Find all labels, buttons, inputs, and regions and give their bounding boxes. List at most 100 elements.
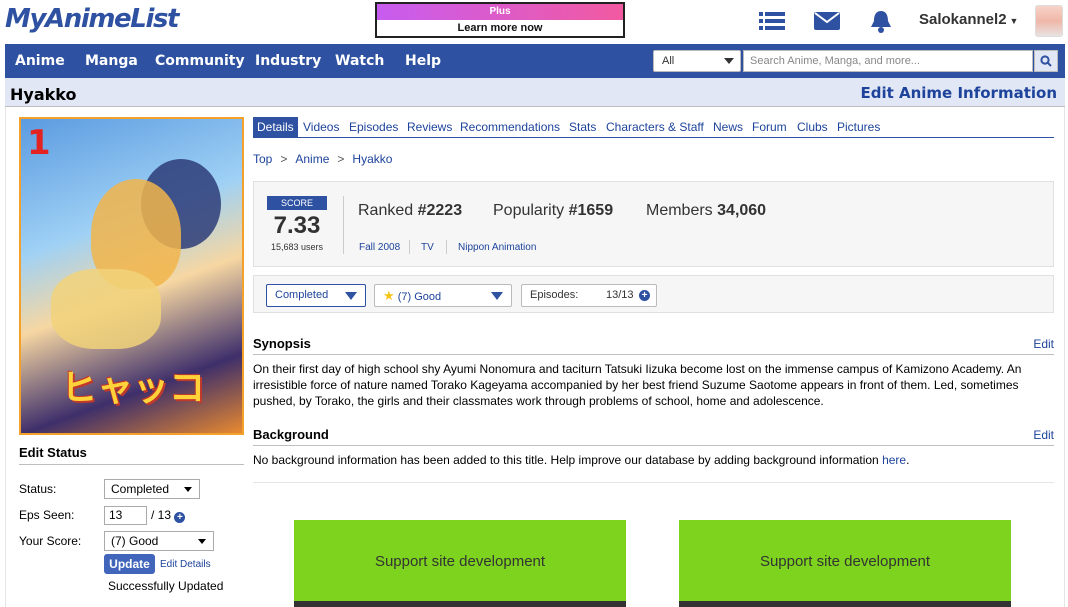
ranked-stat[interactable]: Ranked #2223	[358, 202, 462, 220]
background-here-link[interactable]: here	[882, 453, 906, 467]
mail-icon[interactable]	[813, 8, 841, 34]
background-body: No background information has been added…	[253, 453, 883, 467]
breadcrumb-top[interactable]: Top	[253, 152, 272, 166]
chevron-down-icon	[198, 539, 206, 544]
support-banner-2-text: Support site development	[759, 553, 931, 570]
bell-icon[interactable]	[867, 8, 895, 34]
breadcrumb: Top > Anime > Hyakko	[253, 152, 393, 166]
season-link[interactable]: Fall 2008	[359, 242, 400, 253]
nav-anime[interactable]: Anime	[15, 53, 65, 69]
username-text: Salokannel2	[919, 11, 1007, 28]
nav-manga[interactable]: Manga	[85, 53, 138, 69]
ranked-value: #2223	[417, 202, 463, 219]
plus-banner[interactable]: Plus Learn more now	[375, 2, 625, 38]
tab-stats[interactable]: Stats	[569, 120, 596, 134]
nav-industry[interactable]: Industry	[255, 53, 321, 69]
tab-clubs[interactable]: Clubs	[797, 120, 828, 134]
stats-box: SCORE 7.33 15,683 users Ranked #2223 Pop…	[253, 181, 1054, 267]
cover-volume-number: 1	[27, 123, 51, 163]
cover-image[interactable]: 1 ヒャッコ	[19, 117, 244, 435]
score-badge: SCORE	[267, 196, 327, 210]
edit-anime-info-link[interactable]: Edit Anime Information	[860, 84, 1057, 102]
type-link[interactable]: TV	[421, 242, 434, 253]
popularity-stat[interactable]: Popularity #1659	[493, 202, 613, 220]
list-episodes[interactable]: Episodes: 13/13 +	[521, 284, 657, 307]
edit-details-link[interactable]: Edit Details	[160, 559, 211, 570]
top-header: MyAnimeList Plus Learn more now Salokann…	[0, 0, 1068, 44]
background-text: No background information has been added…	[253, 452, 1043, 468]
status-select[interactable]: Completed	[104, 479, 200, 499]
tab-characters-staff[interactable]: Characters & Staff	[606, 120, 704, 134]
tab-pictures[interactable]: Pictures	[837, 120, 880, 134]
update-button[interactable]: Update	[104, 554, 155, 574]
site-logo[interactable]: MyAnimeList	[5, 4, 179, 34]
breadcrumb-hyakko[interactable]: Hyakko	[352, 152, 392, 166]
update-message: Successfully Updated	[108, 579, 224, 593]
list-score-value: (7) Good	[397, 291, 442, 303]
popularity-value: #1659	[568, 202, 614, 219]
plus-icon[interactable]: +	[639, 290, 650, 301]
score-select[interactable]: (7) Good	[104, 531, 214, 551]
detail-tabs: Details Videos Episodes Reviews Recommen…	[253, 117, 1054, 138]
avatar[interactable]	[1035, 5, 1063, 37]
list-status-select[interactable]: Completed	[266, 284, 366, 307]
background-edit-link[interactable]: Edit	[1033, 428, 1054, 442]
nav-help[interactable]: Help	[405, 53, 441, 69]
tab-forum[interactable]: Forum	[752, 120, 787, 134]
score-select-value: (7) Good	[111, 534, 159, 548]
support-banner-1-text: Support site development	[374, 553, 546, 570]
main-nav: Anime Manga Community Industry Watch Hel…	[5, 44, 1065, 78]
search-input[interactable]: Search Anime, Manga, and more...	[743, 50, 1033, 72]
eps-total: / 13 +	[151, 508, 186, 523]
chevron-down-icon	[491, 292, 503, 300]
tab-recommendations[interactable]: Recommendations	[460, 120, 560, 134]
background-title: Background	[253, 427, 329, 442]
score-value: 7.33	[273, 212, 321, 239]
edit-status-heading: Edit Status	[19, 445, 244, 465]
background-heading: Background Edit	[253, 427, 1054, 446]
breadcrumb-anime[interactable]: Anime	[295, 152, 329, 166]
search-button[interactable]	[1034, 50, 1058, 72]
eps-seen-input[interactable]: 13	[104, 506, 147, 525]
chevron-down-icon	[184, 487, 192, 492]
eps-total-text: / 13	[151, 508, 172, 522]
members-label: Members	[646, 202, 713, 219]
synopsis-edit-link[interactable]: Edit	[1033, 337, 1054, 351]
popularity-label: Popularity	[493, 202, 565, 219]
banner-top-text: Plus	[377, 4, 623, 20]
username-menu[interactable]: Salokannel2 ▼	[919, 11, 1018, 28]
chevron-down-icon	[345, 292, 357, 300]
support-banner-1[interactable]: Support site development	[294, 520, 626, 607]
search-category-select[interactable]: All	[653, 50, 741, 72]
cover-logo: ヒャッコ	[61, 368, 206, 409]
list-score-select[interactable]: ★ (7) Good	[374, 284, 512, 307]
chevron-down-icon: ▼	[1009, 16, 1019, 26]
background-tail: .	[906, 453, 910, 467]
tab-videos[interactable]: Videos	[303, 120, 339, 134]
episodes-value: 13/13	[606, 289, 634, 301]
eps-seen-label: Eps Seen:	[19, 508, 75, 522]
chevron-down-icon	[724, 58, 734, 64]
list-status-value: Completed	[275, 289, 329, 301]
star-icon: ★	[383, 288, 395, 303]
episodes-label: Episodes:	[530, 289, 579, 301]
list-icon[interactable]	[758, 8, 786, 34]
search-category-value: All	[662, 55, 675, 67]
score-users: 15,683 users	[270, 242, 324, 252]
page-title: Hyakko	[10, 85, 77, 104]
nav-watch[interactable]: Watch	[335, 53, 384, 69]
studio-link[interactable]: Nippon Animation	[458, 242, 536, 253]
synopsis-title: Synopsis	[253, 336, 311, 351]
synopsis-heading: Synopsis Edit	[253, 336, 1054, 355]
tab-reviews[interactable]: Reviews	[407, 120, 452, 134]
search-icon	[1040, 55, 1052, 67]
status-select-value: Completed	[111, 482, 170, 496]
tab-episodes[interactable]: Episodes	[349, 120, 398, 134]
support-banner-2[interactable]: Support site development	[679, 520, 1011, 607]
nav-community[interactable]: Community	[155, 53, 245, 69]
synopsis-text: On their first day of high school shy Ay…	[253, 362, 1022, 408]
title-bar: Hyakko Edit Anime Information	[5, 78, 1065, 107]
plus-icon[interactable]: +	[174, 512, 186, 523]
tab-news[interactable]: News	[713, 120, 743, 134]
tab-details[interactable]: Details	[253, 117, 298, 137]
